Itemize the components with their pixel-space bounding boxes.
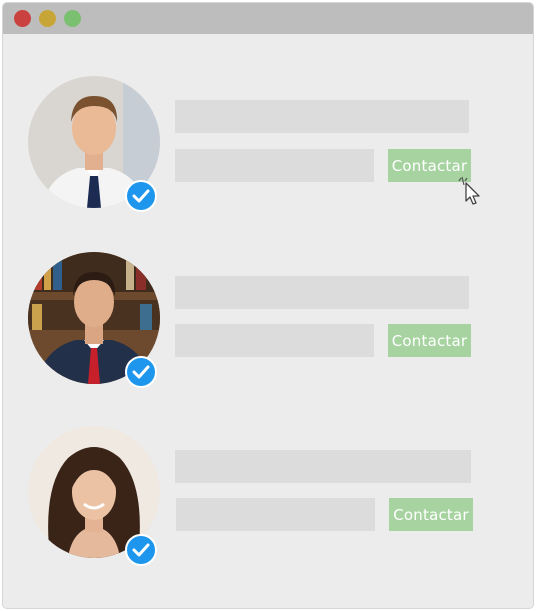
verified-badge-icon [125,180,157,212]
detail-placeholder-bar [175,324,374,357]
maximize-window-button[interactable] [64,10,81,27]
verified-badge-icon [125,356,157,388]
contact-card-1 [28,76,160,212]
contact-card-2 [28,252,160,388]
verified-badge-icon [125,534,157,566]
contact-card-3 [28,426,160,566]
minimize-window-button[interactable] [39,10,56,27]
contact-button[interactable]: Contactar [388,324,471,357]
app-window: Contactar Contactar Contactar [3,3,533,608]
name-placeholder-bar [175,276,469,309]
detail-placeholder-bar [176,498,375,531]
close-window-button[interactable] [14,10,31,27]
contact-button[interactable]: Contactar [389,498,473,531]
name-placeholder-bar [175,450,471,483]
pointer-cursor-icon [458,176,480,205]
name-placeholder-bar [175,100,469,133]
detail-placeholder-bar [175,149,374,182]
title-bar [3,3,533,34]
